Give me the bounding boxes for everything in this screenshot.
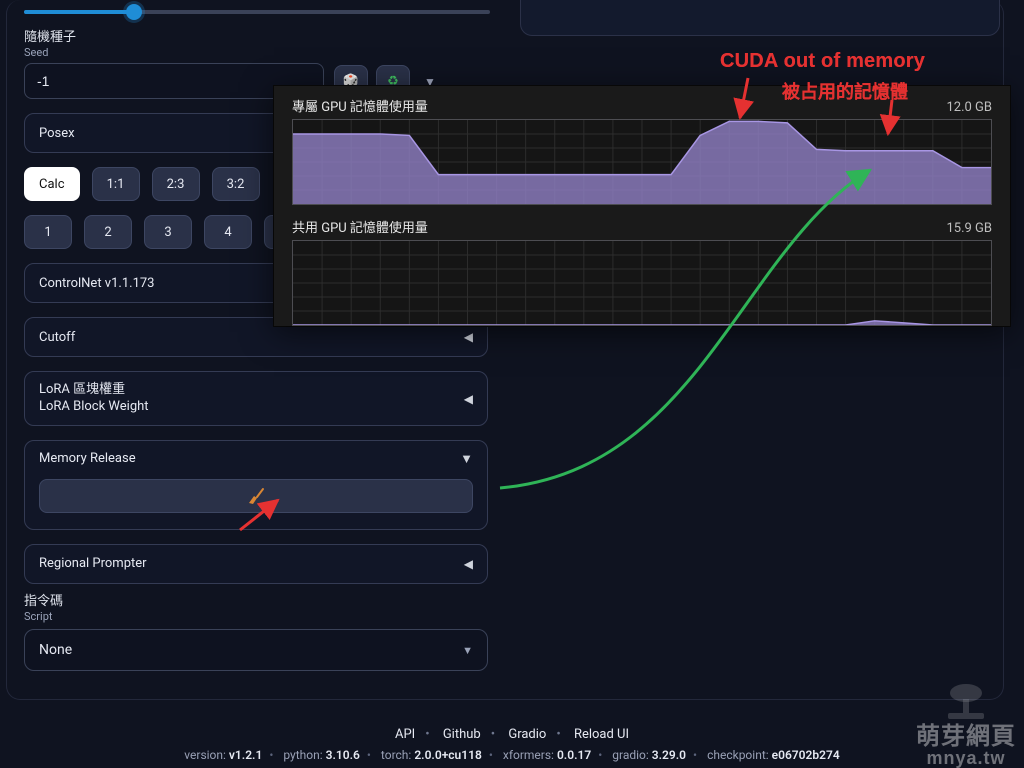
gpu-shared-chart [292, 240, 992, 326]
footer-meta: version: v1.2.1• python: 3.10.6• torch: … [0, 748, 1024, 762]
chevron-left-icon: ◀ [464, 330, 473, 344]
memory-release-button[interactable] [39, 479, 473, 513]
seed-label-zh: 隨機種子 [24, 30, 500, 46]
accordion-controlnet-title: ControlNet v1.1.173 [39, 276, 155, 291]
gpu-dedicated-chart [292, 119, 992, 205]
preset-1-button[interactable]: 1 [24, 215, 72, 249]
right-panel-placeholder [520, 0, 1000, 36]
caret-down-icon: ▼ [462, 644, 473, 657]
sampling-slider[interactable] [12, 2, 500, 24]
gpu-dedicated-label: 專屬 GPU 記憶體使用量 [292, 96, 428, 115]
footer-link-api[interactable]: API [395, 727, 415, 742]
accordion-memory-release: Memory Release ▼ [24, 440, 488, 530]
accordion-cutoff-title: Cutoff [39, 330, 75, 345]
preset-3-button[interactable]: 3 [144, 215, 192, 249]
aspect-3-2-button[interactable]: 3:2 [212, 167, 260, 201]
chevron-down-icon[interactable]: ▼ [460, 451, 473, 467]
lora-block-title-en: LoRA Block Weight [39, 399, 149, 415]
accordion-regional-prompter[interactable]: Regional Prompter ◀ [24, 544, 488, 584]
footer-link-github[interactable]: Github [443, 727, 481, 742]
preset-4-button[interactable]: 4 [204, 215, 252, 249]
script-dropdown[interactable]: None ▼ [24, 629, 488, 671]
footer-link-reload[interactable]: Reload UI [574, 727, 629, 742]
seed-label-en: Seed [24, 46, 500, 59]
broom-icon [246, 487, 266, 505]
footer-link-gradio[interactable]: Gradio [508, 727, 546, 742]
regional-prompter-title: Regional Prompter [39, 556, 147, 571]
chevron-left-icon: ◀ [464, 557, 473, 571]
chevron-left-icon: ◀ [464, 392, 473, 406]
gpu-shared-cap: 15.9 GB [946, 221, 992, 236]
slider-fill [24, 10, 132, 14]
aspect-1-1-button[interactable]: 1:1 [92, 167, 140, 201]
gpu-dedicated-cap: 12.0 GB [946, 100, 992, 115]
sprout-icon [942, 681, 990, 721]
script-selected: None [39, 642, 72, 658]
aspect-calc-button[interactable]: Calc [24, 167, 80, 201]
slider-thumb[interactable] [126, 4, 142, 20]
lora-block-title-zh: LoRA 區塊權重 [39, 382, 149, 398]
gpu-memory-panel: 專屬 GPU 記憶體使用量 12.0 GB 共用 GPU 記憶體使用量 15.9… [274, 86, 1010, 326]
script-label-en: Script [24, 610, 500, 623]
gpu-shared-label: 共用 GPU 記憶體使用量 [292, 217, 428, 236]
annotation-oom: CUDA out of memory [720, 50, 925, 73]
script-label-zh: 指令碼 [24, 594, 500, 610]
annotation-occupied: 被占用的記憶體 [782, 78, 908, 104]
footer: API• Github• Gradio• Reload UI version: … [0, 727, 1024, 762]
accordion-posex-title: Posex [39, 126, 75, 141]
aspect-2-3-button[interactable]: 2:3 [152, 167, 200, 201]
preset-2-button[interactable]: 2 [84, 215, 132, 249]
accordion-lora-block-weight[interactable]: LoRA 區塊權重 LoRA Block Weight ◀ [24, 371, 488, 426]
memory-release-title: Memory Release [39, 451, 136, 466]
